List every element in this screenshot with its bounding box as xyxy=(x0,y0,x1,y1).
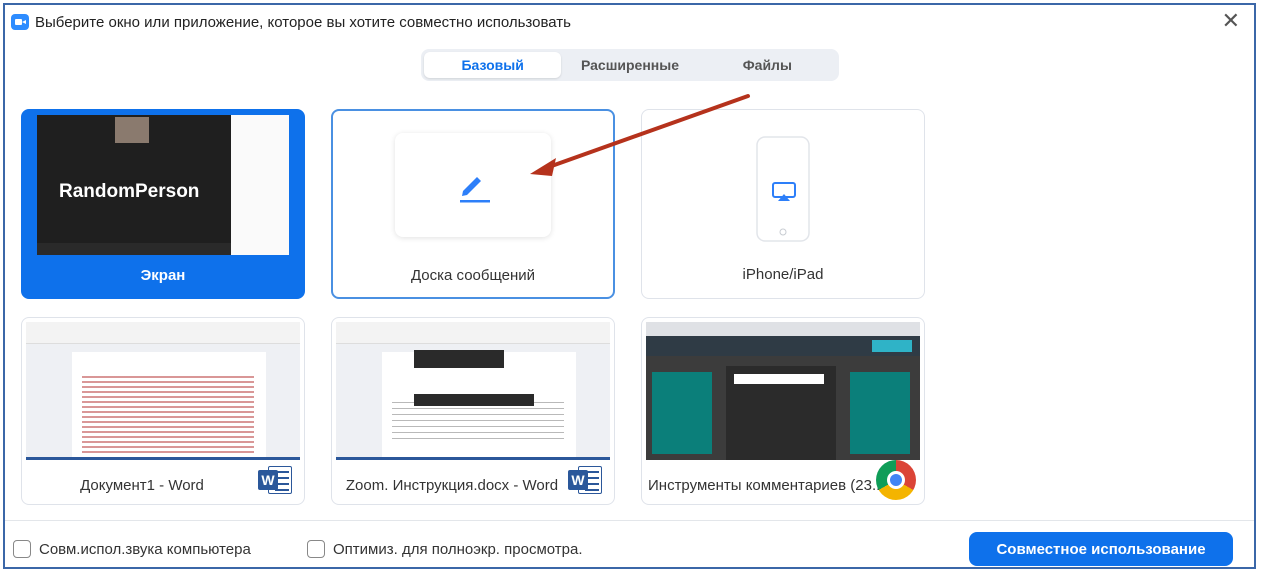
doc-text-lines xyxy=(82,376,254,456)
optimize-label: Оптимиз. для полноэкр. просмотра. xyxy=(333,540,583,558)
ribbon xyxy=(336,322,610,344)
share-sound-option: Совм.испол.звука компьютера xyxy=(13,540,251,558)
promo-card xyxy=(652,372,712,454)
word-icon: W xyxy=(568,464,602,496)
option-whiteboard-label: Доска сообщений xyxy=(410,267,536,284)
site-header xyxy=(646,336,920,356)
airplay-icon xyxy=(772,182,796,201)
word-doc1-thumbnail xyxy=(26,322,300,460)
window-label: Инструменты комментариев (23... xyxy=(648,477,885,494)
tab-basic[interactable]: Базовый xyxy=(424,52,562,78)
close-button[interactable]: ✕ xyxy=(1222,10,1240,32)
title-bar: Выберите окно или приложение, которое вы… xyxy=(5,5,1254,39)
word-doc2-thumbnail xyxy=(336,322,610,460)
option-screen-label: Экран xyxy=(140,267,186,284)
dialog-title: Выберите окно или приложение, которое вы… xyxy=(35,14,571,31)
zoom-app-icon xyxy=(11,14,29,30)
option-iphone-ipad[interactable]: iPhone/iPad xyxy=(641,109,925,299)
share-sound-checkbox[interactable] xyxy=(13,540,31,558)
share-sound-label: Совм.испол.звука компьютера xyxy=(39,540,251,558)
ribbon xyxy=(26,322,300,344)
tab-advanced[interactable]: Расширенные xyxy=(561,52,698,78)
screenshot-block xyxy=(414,394,534,406)
screen-thumbnail: RandomPerson xyxy=(37,115,289,255)
meeting-toolbar xyxy=(37,243,231,255)
pencil-icon xyxy=(460,177,490,203)
word-icon: W xyxy=(258,464,292,496)
option-iphone-label: iPhone/iPad xyxy=(742,266,824,283)
promo-card xyxy=(850,372,910,454)
optimize-checkbox[interactable] xyxy=(307,540,325,558)
share-button[interactable]: Совместное использование xyxy=(969,532,1233,566)
comments-menu xyxy=(726,366,836,460)
camera-tile xyxy=(115,117,149,143)
browser-tabs xyxy=(646,322,920,336)
footer-divider xyxy=(5,520,1254,521)
window-chrome-comments[interactable]: Инструменты комментариев (23... xyxy=(641,317,925,505)
doc-page xyxy=(382,352,576,460)
option-screen[interactable]: RandomPerson Экран xyxy=(21,109,305,299)
status-bar xyxy=(26,457,300,460)
chrome-thumbnail xyxy=(646,322,920,460)
participant-name: RandomPerson xyxy=(59,181,200,202)
chrome-icon xyxy=(876,460,916,500)
doc-text-lines xyxy=(392,402,564,442)
participants-panel xyxy=(231,115,289,255)
window-label: Zoom. Инструкция.docx - Word xyxy=(345,477,559,494)
window-word-doc1[interactable]: Документ1 - Word W xyxy=(21,317,305,505)
tab-files[interactable]: Файлы xyxy=(699,52,836,78)
option-whiteboard[interactable]: Доска сообщений xyxy=(331,109,615,299)
status-bar xyxy=(336,457,610,460)
whiteboard-preview xyxy=(395,133,551,237)
optimize-option: Оптимиз. для полноэкр. просмотра. xyxy=(307,540,583,558)
share-dialog: Выберите окно или приложение, которое вы… xyxy=(3,3,1256,569)
doc-page xyxy=(72,352,266,460)
window-label: Документ1 - Word xyxy=(80,477,204,494)
window-word-zoom-instruction[interactable]: Zoom. Инструкция.docx - Word W xyxy=(331,317,615,505)
screenshot-block xyxy=(414,350,504,368)
tab-bar: Базовый Расширенные Файлы xyxy=(421,49,839,81)
